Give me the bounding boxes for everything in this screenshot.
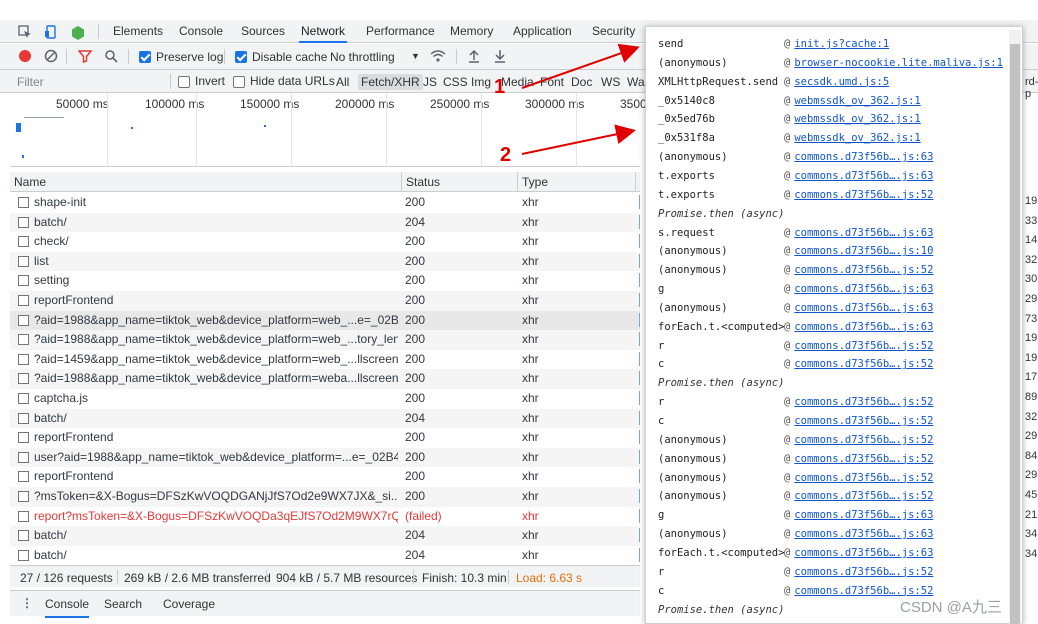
annotation-arrow-2 — [521, 124, 636, 155]
annotation-label-1: 1 — [494, 76, 506, 98]
annotation-arrow-1 — [521, 43, 640, 89]
watermark: CSDN @A九三 — [900, 599, 1002, 616]
annotation-arrows — [521, 43, 640, 155]
annotation-label-2: 2 — [500, 144, 512, 166]
